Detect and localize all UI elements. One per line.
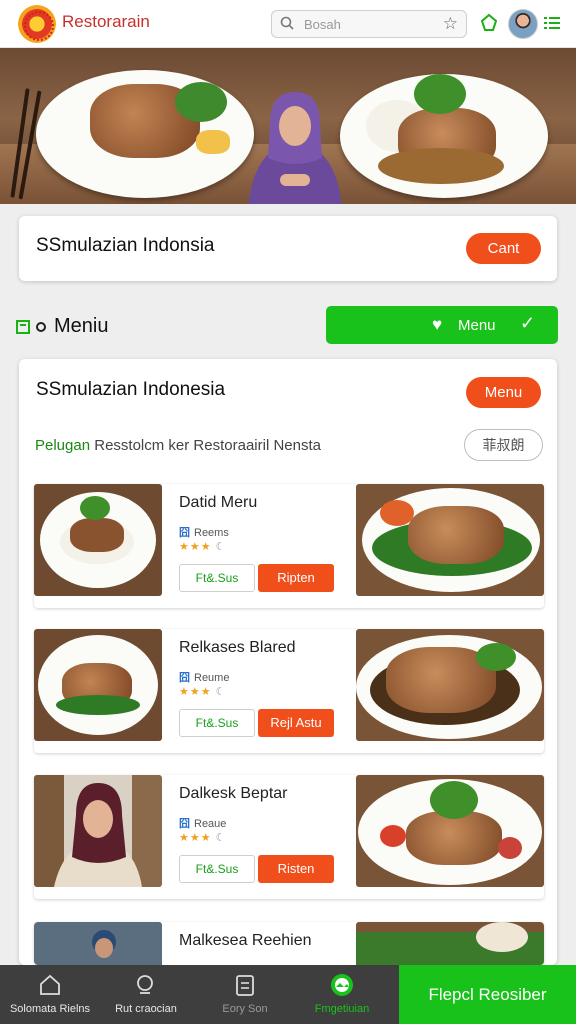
item-name: Dalkesk Beptar	[179, 785, 288, 802]
nav-label: Rut craocian	[115, 1003, 177, 1015]
hero-egg-left	[196, 130, 230, 154]
hero-greens-left	[175, 82, 227, 122]
item-image-person	[34, 922, 162, 965]
featured-button[interactable]: Cant	[466, 233, 541, 264]
nav-item-home[interactable]: Solomata Rielns	[0, 965, 100, 1024]
hero-person	[248, 92, 342, 204]
menu-card-button[interactable]: Menu	[466, 377, 541, 408]
item-primary-button[interactable]: Risten	[258, 855, 334, 883]
featured-card: SSmulazian Indonsia Cant	[19, 216, 557, 281]
nav-label: Solomata Rielns	[9, 1003, 91, 1015]
menu-toggle-button[interactable]: ♥ Menu ✓	[326, 306, 558, 344]
menu-card-title: SSmulazian Indonesia	[36, 379, 226, 400]
list-icon[interactable]	[544, 15, 560, 31]
item-image-large	[356, 775, 544, 887]
menu-square-icon	[16, 319, 30, 334]
nav-label: Fmgetiuian	[314, 1003, 370, 1015]
hero-beans-right	[378, 148, 504, 184]
item-rating: ★★★ ☾	[179, 541, 227, 553]
gallery-icon	[331, 974, 353, 996]
item-name: Malkesea Reehien	[179, 932, 312, 949]
item-primary-button[interactable]: Ripten	[258, 564, 334, 592]
item-rating: ★★★ ☾	[179, 686, 227, 698]
top-bar: Restorarain Bosah ☆	[0, 0, 576, 48]
reservation-cta-button[interactable]: Flepcl Reosiber	[399, 965, 576, 1024]
item-name: Relkases Blared	[179, 639, 296, 656]
location-icon[interactable]	[479, 13, 499, 33]
item-primary-button[interactable]: Rejl Astu	[258, 709, 334, 737]
item-name: Datid Meru	[179, 494, 258, 511]
section-heading: Meniu	[16, 315, 108, 338]
item-image-large	[356, 629, 544, 741]
search-box[interactable]: Bosah ☆	[271, 10, 467, 38]
star-icon[interactable]: ☆	[443, 15, 458, 32]
menu-item[interactable]: Dalkesk Beptar 囧 Reaue ★★★ ☾ Ft&.Sus Rist…	[34, 775, 544, 899]
item-secondary-button[interactable]: Ft&.Sus	[179, 564, 255, 592]
search-icon	[137, 975, 153, 994]
check-icon: ✓	[520, 313, 536, 333]
search-input[interactable]: Bosah	[304, 17, 341, 32]
filter-button[interactable]: 菲叔朗	[464, 429, 543, 461]
nav-item-orders[interactable]: Eory Son	[195, 965, 295, 1024]
subtitle-highlight: Pelugan	[35, 437, 91, 454]
subtitle-text: Resstolcm ker Restoraairil Nensta	[94, 437, 321, 454]
search-icon	[280, 16, 294, 30]
menu-item[interactable]: Relkases Blared 囧 Reume ★★★ ☾ Ft&.Sus Rej…	[34, 629, 544, 753]
brand-name[interactable]: Restorarain	[62, 12, 150, 32]
nav-item-gallery[interactable]: Fmgetiuian	[292, 965, 392, 1024]
item-image-large	[356, 922, 544, 965]
search-small-icon	[36, 321, 46, 332]
nav-label: Eory Son	[222, 1003, 268, 1015]
nav-item-search[interactable]: Rut craocian	[96, 965, 196, 1024]
item-secondary-button[interactable]: Ft&.Sus	[179, 709, 255, 737]
menu-item[interactable]: Datid Meru 囧 Reems ★★★ ☾ Ft&.Sus Ripten	[34, 484, 544, 608]
item-meta: 囧 Reume	[179, 672, 230, 684]
item-image	[34, 484, 162, 596]
item-rating: ★★★ ☾	[179, 832, 227, 844]
item-secondary-button[interactable]: Ft&.Sus	[179, 855, 255, 883]
item-image-large	[356, 484, 544, 596]
item-meta: 囧 Reaue	[179, 818, 227, 830]
item-image	[34, 629, 162, 741]
heart-icon: ♥	[432, 315, 443, 334]
hero-basil-right	[414, 74, 466, 114]
menu-toggle-label: Menu	[458, 317, 496, 334]
hero-image	[0, 48, 576, 204]
item-image-person	[34, 775, 162, 887]
section-title: Meniu	[54, 315, 109, 337]
clipboard-icon	[236, 975, 254, 996]
featured-title: SSmulazian Indonsia	[36, 235, 215, 256]
item-meta: 囧 Reems	[179, 527, 229, 539]
menu-card-subtitle: Pelugan Resstolcm ker Restoraairil Nenst…	[35, 437, 321, 454]
home-icon	[40, 974, 60, 995]
user-avatar[interactable]	[508, 9, 538, 39]
brand-logo[interactable]	[18, 5, 56, 43]
menu-item[interactable]: Malkesea Reehien	[34, 922, 544, 965]
